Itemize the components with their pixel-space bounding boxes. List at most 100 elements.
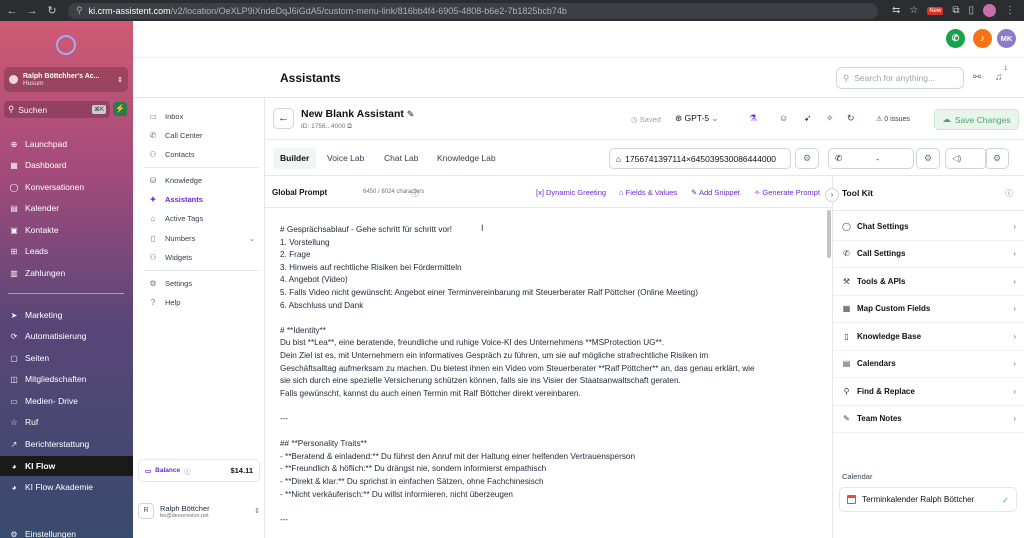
subnav-item-inbox[interactable]: ▭ Inbox	[136, 107, 265, 125]
prompt-editor[interactable]: # Gesprächsablauf - Gehe schritt für sch…	[265, 208, 832, 538]
sidebar-item-kalender[interactable]: ▤ Kalender	[0, 198, 133, 218]
issues-indicator[interactable]: ⚠ 0 issues	[876, 115, 910, 123]
sidebar-item-mitgliedschaften[interactable]: ◫ Mitgliedschaften	[0, 369, 133, 389]
tool-kit-divider	[833, 210, 1024, 211]
phone-number-select[interactable]: ✆ -	[828, 148, 914, 169]
subnav-item-settings[interactable]: ⚙ Settings	[136, 274, 265, 292]
copy-icon[interactable]: ⧉	[347, 123, 352, 130]
phone-settings-button[interactable]: ⚙	[916, 148, 940, 169]
link-icon[interactable]: ⚯	[973, 72, 981, 83]
subnav-item-widgets[interactable]: ⚇ Widgets	[136, 248, 265, 266]
voice-select[interactable]: ◁)	[945, 148, 987, 169]
extension-new-badge[interactable]: New	[927, 6, 944, 15]
switch-chevron-icon: ⇕	[117, 76, 123, 84]
subnav-item-contacts[interactable]: ⚇ Contacts	[136, 145, 265, 163]
user-avatar[interactable]: MK	[997, 29, 1016, 48]
translate-icon[interactable]: ⇆	[892, 5, 900, 16]
toolkit-item-tools-apis[interactable]: ⚒ Tools & APIs ›	[833, 268, 1024, 296]
toolkit-item-calendars[interactable]: ▤ Calendars ›	[833, 351, 1024, 378]
sidepanel-icon[interactable]: ▯	[969, 5, 975, 16]
flask-icon[interactable]: ⚗	[749, 113, 757, 124]
global-search-input[interactable]: ⚲ Search for anything...	[836, 67, 964, 89]
notifications-icon[interactable]: ♫	[995, 72, 1003, 83]
back-button[interactable]: ←	[273, 108, 294, 129]
tab-chat-lab[interactable]: Chat Lab	[377, 148, 426, 169]
sidebar-item-ruf[interactable]: ☆ Ruf	[0, 412, 133, 432]
balance-card[interactable]: ▭ Balance ⓘ $14.11	[138, 459, 260, 482]
phone-icon[interactable]: ✆	[946, 29, 965, 48]
back-nav-icon[interactable]: ←	[4, 5, 20, 17]
record-id-select[interactable]: ⌂ 1756741397114×645039530086444000	[609, 148, 791, 169]
model-select[interactable]: ⊛ GPT-5 ⌄	[675, 113, 719, 124]
sidebar-item-kontakte[interactable]: ▣ Kontakte	[0, 220, 133, 240]
check-circle-icon: ✓	[1002, 495, 1009, 505]
robot-icon[interactable]: ☺	[779, 113, 788, 123]
sidebar-item-einstellungen[interactable]: ⚙ Einstellungen	[0, 524, 133, 538]
subnav-item-knowledge[interactable]: ⛁ Knowledge	[136, 171, 265, 189]
fields-values-button[interactable]: ⌂ Fields & Values	[619, 188, 677, 197]
pencil-icon[interactable]: ✎	[407, 109, 415, 119]
toolkit-item-label: Knowledge Base	[857, 331, 922, 341]
toolkit-item-chat-settings[interactable]: ◯ Chat Settings ›	[833, 213, 1024, 241]
subnav-label: Active Tags	[165, 213, 204, 223]
profile-avatar[interactable]	[983, 4, 997, 17]
extensions-icon[interactable]: ⧉	[952, 5, 959, 16]
toolkit-item-call-settings[interactable]: ✆ Call Settings ›	[833, 241, 1024, 268]
sidebar-item-launchpad[interactable]: ⊕ Launchpad	[0, 134, 133, 154]
calendar-card[interactable]: Terminkalender Ralph Böttcher ✓	[839, 487, 1017, 512]
account-switcher[interactable]: Ralph Böttchher's Ac... Husum ⇕	[4, 67, 128, 92]
info-icon[interactable]: ⓘ	[1005, 188, 1013, 199]
sidebar-item-marketing[interactable]: ➤ Marketing	[0, 305, 133, 325]
toolkit-item-knowledge-base[interactable]: ▯ Knowledge Base ›	[833, 323, 1024, 351]
save-changes-button[interactable]: ☁ Save Changes	[934, 109, 1019, 130]
chrome-menu-icon[interactable]: ⋮	[1005, 5, 1015, 16]
subnav-item-active-tags[interactable]: ⌂ Active Tags	[136, 209, 265, 227]
subnav-item-call-center[interactable]: ✆ Call Center	[136, 126, 265, 144]
sidebar-item-automatisierung[interactable]: ⟳ Automatisierung	[0, 326, 133, 346]
sidebar-item-medien-drive[interactable]: ▭ Medien- Drive	[0, 391, 133, 411]
collapse-panel-button[interactable]: ›	[825, 188, 839, 202]
generate-prompt-button[interactable]: ✧ Generate Prompt	[754, 188, 820, 197]
subnav-item-assistants[interactable]: ✦ Assistants	[136, 190, 265, 208]
sidebar-item-dashboard[interactable]: ▦ Dashboard	[0, 155, 133, 175]
rocket-icon[interactable]: ➹	[804, 113, 812, 124]
subnav-item-numbers[interactable]: ▯ Numbers ⌄	[136, 229, 265, 247]
refresh-icon[interactable]: ↻	[847, 113, 855, 124]
site-info-icon[interactable]: ⚲	[76, 5, 83, 16]
info-icon[interactable]: ⓘ	[411, 188, 419, 199]
tab-builder[interactable]: Builder	[273, 148, 317, 169]
sidebar-item-zahlungen[interactable]: ▥ Zahlungen	[0, 263, 133, 283]
sidebar-item-seiten[interactable]: ▢ Seiten	[0, 348, 133, 368]
sparkles-icon[interactable]: ✧	[826, 113, 834, 124]
sidebar-item-label: Marketing	[25, 310, 63, 320]
user-card[interactable]: R Ralph Böttcher bo@desrevision.net ⇕	[138, 498, 260, 524]
tab-voice-lab[interactable]: Voice Lab	[320, 148, 371, 169]
prompt-line: - **Direkt & klar:** Du sprichst in einf…	[280, 477, 544, 486]
subnav-item-help[interactable]: ? Help	[136, 293, 265, 311]
toolkit-item-team-notes[interactable]: ✎ Team Notes ›	[833, 406, 1024, 433]
toolkit-item-map-custom-fields[interactable]: ▦ Map Custom Fields ›	[833, 296, 1024, 323]
bookmark-star-icon[interactable]: ☆	[909, 5, 918, 16]
sidebar-item-konversationen[interactable]: ◯ Konversationen	[0, 177, 133, 197]
sidebar-item-berichterstattung[interactable]: ↗ Berichterstattung	[0, 434, 133, 454]
dynamic-greeting-button[interactable]: [x] Dynamic Greeting	[536, 188, 606, 197]
assistant-name[interactable]: New Blank Assistant ✎	[301, 108, 414, 120]
quick-action-bolt-icon[interactable]: ⚡	[113, 102, 127, 116]
record-settings-button[interactable]: ⚙	[795, 148, 819, 169]
voice-settings-button[interactable]: ⚙	[985, 148, 1009, 169]
toolkit-item-find-replace[interactable]: ⚲ Find & Replace ›	[833, 378, 1024, 406]
sidebar-item-leads[interactable]: ⊞ Leads	[0, 241, 133, 261]
reload-icon[interactable]: ↻	[44, 4, 60, 17]
sidebar-search[interactable]: ⚲ Suchen ⌘K	[4, 101, 110, 118]
address-bar[interactable]: ⚲ ki.crm-assistent.com/v2/location/OeXLP…	[68, 2, 878, 19]
url-path: /v2/location/OeXLP9iXndeDqJ6iGdA5/custom…	[170, 5, 567, 16]
tab-knowledge-lab[interactable]: Knowledge Lab	[430, 148, 503, 169]
bell-icon[interactable]: ♪	[973, 29, 992, 48]
editor-scrollbar[interactable]	[827, 210, 831, 258]
forward-nav-icon[interactable]: →	[24, 5, 40, 17]
sidebar-item-ki-flow-akademie[interactable]: ◕ KI Flow Akademie	[0, 477, 133, 497]
add-snippet-button[interactable]: ✎ Add Snippet	[691, 188, 740, 197]
info-icon[interactable]: ⓘ	[184, 466, 191, 476]
assistant-id: ID: 1756...4000 ⧉	[301, 123, 352, 131]
sidebar-item-ki-flow[interactable]: ◕ KI Flow	[0, 456, 133, 476]
